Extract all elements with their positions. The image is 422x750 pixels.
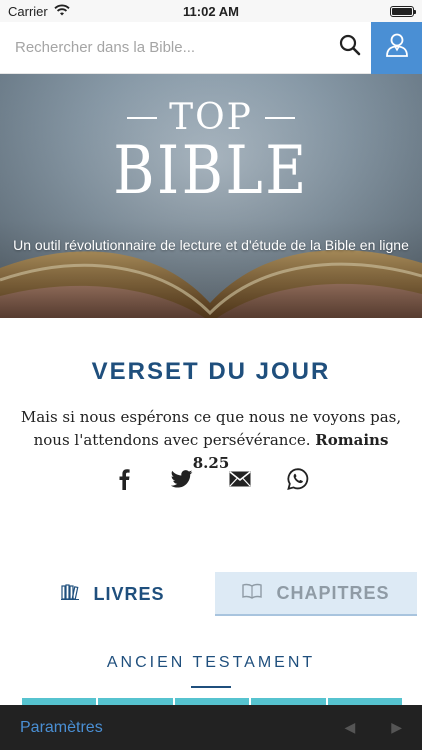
search-icon bbox=[339, 34, 361, 61]
hero-logo: TOP BIBLE bbox=[0, 98, 422, 204]
section-underline bbox=[191, 686, 231, 688]
account-button[interactable] bbox=[371, 21, 422, 74]
tab-books-label: LIVRES bbox=[93, 583, 165, 604]
share-whatsapp-button[interactable] bbox=[287, 467, 309, 495]
verse-of-day-text: Mais si nous espérons ce que nous ne voy… bbox=[18, 406, 404, 475]
search-button[interactable] bbox=[329, 22, 371, 74]
open-book-icon bbox=[242, 583, 263, 604]
twitter-icon bbox=[170, 469, 193, 493]
search-input[interactable] bbox=[0, 22, 329, 73]
share-email-button[interactable] bbox=[229, 468, 251, 494]
next-arrow-icon[interactable]: ▶ bbox=[391, 719, 402, 736]
verse-of-day-heading: VERSET DU JOUR bbox=[91, 358, 331, 385]
hero-tagline: Un outil révolutionnaire de lecture et d… bbox=[13, 237, 409, 253]
search-bar bbox=[0, 21, 422, 74]
whatsapp-icon bbox=[287, 467, 309, 495]
facebook-icon bbox=[118, 468, 130, 495]
books-icon bbox=[61, 583, 80, 605]
page-navigation: ◀ ▶ bbox=[344, 719, 402, 736]
user-icon bbox=[385, 32, 409, 63]
hero-banner: TOP BIBLE Un outil révolutionnaire de le… bbox=[0, 74, 422, 318]
settings-button[interactable]: Paramètres bbox=[20, 719, 103, 737]
section-heading: ANCIEN TESTAMENT bbox=[106, 654, 316, 671]
content-tabs: LIVRES CHAPITRES bbox=[0, 572, 422, 616]
wifi-icon bbox=[54, 4, 70, 19]
share-twitter-button[interactable] bbox=[170, 468, 193, 494]
tab-chapters-label: CHAPITRES bbox=[276, 582, 390, 603]
share-facebook-button[interactable] bbox=[113, 468, 135, 494]
email-icon bbox=[229, 470, 251, 492]
share-row bbox=[0, 467, 422, 495]
previous-arrow-icon[interactable]: ◀ bbox=[344, 719, 355, 736]
battery-icon bbox=[390, 5, 416, 17]
carrier-label: Carrier bbox=[8, 3, 48, 19]
bottom-toolbar: Paramètres ◀ ▶ bbox=[0, 705, 422, 750]
tab-books[interactable]: LIVRES bbox=[12, 572, 214, 616]
hero-title-main: BIBLE bbox=[113, 131, 309, 209]
status-bar: Carrier 11:02 AM bbox=[0, 0, 422, 22]
tab-chapters[interactable]: CHAPITRES bbox=[215, 572, 417, 616]
